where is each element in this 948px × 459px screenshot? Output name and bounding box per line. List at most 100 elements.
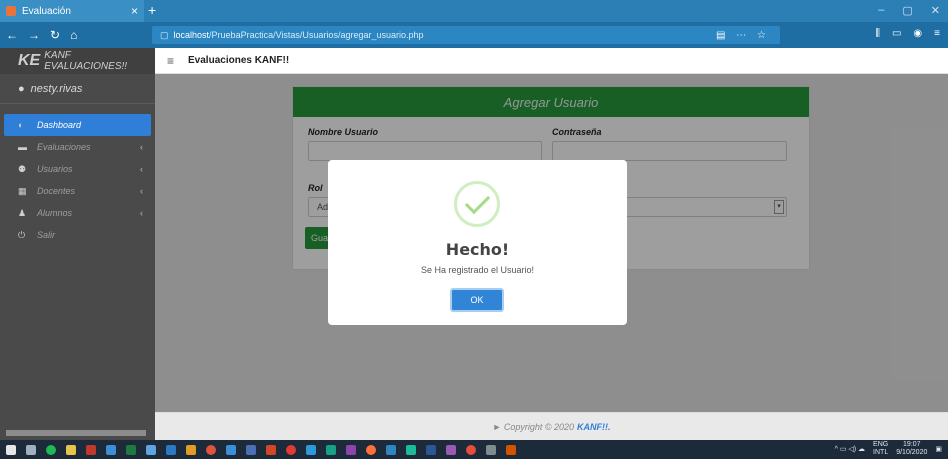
library-icon[interactable]: ⫼: [875, 28, 880, 39]
clock-time: 19:07: [903, 441, 921, 448]
app-icon[interactable]: [226, 444, 236, 455]
sidebar-item-evaluaciones[interactable]: ▬ Evaluaciones ‹: [0, 136, 155, 158]
student-icon: ♟: [18, 207, 27, 218]
sidebar-scrollbar[interactable]: [6, 430, 146, 436]
footer-brand-link[interactable]: KANF!!.: [577, 422, 611, 432]
browser-tab-bar: Evaluación × + – ▢ ✕: [0, 0, 948, 22]
sidebar-icon[interactable]: ▭: [892, 28, 901, 39]
user-icon: ●: [18, 82, 25, 95]
users-icon: ⚉: [18, 163, 27, 174]
url-bar[interactable]: ▢ localhost /PruebaPractica/Vistas/Usuar…: [152, 26, 780, 44]
footer: ► Copyright © 2020 KANF!!.: [155, 412, 948, 440]
dialog-message: Se Ha registrado el Usuario!: [420, 265, 535, 275]
url-actions-icon[interactable]: ▤ ⋯ ☆: [716, 30, 770, 41]
powerpoint-icon[interactable]: [266, 444, 276, 455]
sidebar-item-label: Evaluaciones: [37, 142, 91, 152]
brand-name: KANF EVALUACIONES!!: [44, 50, 128, 72]
vscode-icon[interactable]: [306, 444, 316, 455]
sidebar-item-usuarios[interactable]: ⚉ Usuarios ‹: [0, 158, 155, 180]
top-bar: ≡ Evaluaciones KANF!!: [155, 48, 948, 74]
sidebar-item-salir[interactable]: ⏻ Salir: [0, 224, 155, 246]
app-blue-icon[interactable]: [106, 444, 116, 455]
url-host: localhost: [173, 30, 210, 40]
clock-date: 9/10/2020: [896, 449, 928, 456]
excel-icon[interactable]: [126, 444, 136, 455]
sidebar-item-dashboard[interactable]: ◐ Dashboard: [4, 114, 151, 136]
close-window-button[interactable]: ✕: [931, 4, 940, 17]
chevron-left-icon: ‹: [140, 164, 143, 174]
app-icon[interactable]: [246, 444, 256, 455]
brand[interactable]: KE KANF EVALUACIONES!!: [0, 48, 155, 74]
new-tab-button[interactable]: +: [148, 2, 156, 18]
chevron-left-icon: ‹: [140, 142, 143, 152]
browser-nav-bar: ← → ↻ ⌂ ▢ localhost /PruebaPractica/Vist…: [0, 22, 948, 48]
power-icon: ⏻: [18, 229, 26, 240]
app-icon[interactable]: [486, 444, 496, 455]
opera-icon[interactable]: [286, 444, 296, 455]
maximize-button[interactable]: ▢: [902, 4, 912, 17]
chevron-left-icon: ‹: [140, 208, 143, 218]
chrome-icon[interactable]: [206, 444, 216, 455]
minimize-button[interactable]: –: [878, 4, 884, 17]
store-icon[interactable]: [166, 444, 176, 455]
building-icon: ▦: [18, 185, 27, 196]
app-icon[interactable]: [466, 444, 476, 455]
user-panel[interactable]: ● nesty.rivas: [0, 74, 155, 104]
window-controls: – ▢ ✕: [878, 4, 940, 17]
browser-tab[interactable]: Evaluación ×: [0, 0, 144, 22]
url-path: /PruebaPractica/Vistas/Usuarios/agregar_…: [209, 30, 424, 40]
tab-close-icon[interactable]: ×: [131, 4, 138, 18]
sidebar-item-label: Usuarios: [37, 164, 73, 174]
sidebar: KE KANF EVALUACIONES!! ● nesty.rivas ◐ D…: [0, 48, 155, 440]
dashboard-icon: ◐: [18, 120, 24, 130]
sidebar-item-docentes[interactable]: ▦ Docentes ‹: [0, 180, 155, 202]
home-icon[interactable]: ⌂: [70, 28, 77, 42]
spotify-icon[interactable]: [46, 444, 56, 455]
app-icon[interactable]: [506, 444, 516, 455]
app-icon[interactable]: [326, 444, 336, 455]
tray-icons[interactable]: ^ ▭ ◁) ☁: [835, 445, 865, 453]
app-red-icon[interactable]: [86, 444, 96, 455]
clock[interactable]: 19:07 9/10/2020: [896, 441, 927, 457]
lang-layout: INTL: [873, 449, 889, 456]
menu-icon[interactable]: ≡: [934, 28, 940, 39]
sidebar-item-label: Salir: [37, 230, 56, 240]
language-indicator[interactable]: ENG INTL: [873, 441, 888, 457]
sidebar-item-label: Alumnos: [37, 208, 73, 218]
back-icon[interactable]: ←: [6, 28, 18, 42]
app-icon[interactable]: [146, 444, 156, 455]
account-icon[interactable]: ◉: [913, 28, 922, 39]
app-orange-icon[interactable]: [186, 444, 196, 455]
hamburger-icon[interactable]: ≡: [167, 54, 174, 68]
os-taskbar: ^ ▭ ◁) ☁ ENG INTL 19:07 9/10/2020 ▣: [0, 440, 948, 459]
ok-button[interactable]: OK: [450, 288, 504, 312]
success-dialog: Hecho! Se Ha registrado el Usuario! OK: [328, 160, 627, 325]
browser-toolbar-right: ⫼ ▭ ◉ ≡: [875, 28, 940, 39]
username: nesty.rivas: [30, 82, 83, 95]
app-icon[interactable]: [406, 444, 416, 455]
github-icon[interactable]: [446, 444, 456, 455]
system-tray: ^ ▭ ◁) ☁ ENG INTL 19:07 9/10/2020 ▣: [835, 441, 942, 457]
sidebar-item-label: Dashboard: [37, 120, 82, 130]
notifications-icon[interactable]: ▣: [935, 445, 942, 453]
favicon-icon: [6, 6, 16, 16]
forward-icon[interactable]: →: [28, 28, 40, 42]
page-icon: ▢: [160, 29, 169, 40]
task-view-icon[interactable]: [26, 444, 36, 455]
app-icon[interactable]: [386, 444, 396, 455]
start-icon[interactable]: [6, 444, 16, 455]
firefox-icon[interactable]: [366, 444, 376, 455]
reload-icon[interactable]: ↻: [50, 28, 60, 42]
vs-icon[interactable]: [346, 444, 356, 455]
word-icon[interactable]: [426, 444, 436, 455]
dialog-title: Hecho!: [445, 240, 510, 259]
lang-code: ENG: [873, 441, 889, 448]
explorer-icon[interactable]: [66, 444, 76, 455]
sidebar-menu: ◐ Dashboard ▬ Evaluaciones ‹ ⚉ Usuarios …: [0, 114, 155, 246]
brand-logo: KE: [18, 52, 41, 69]
page-title: Evaluaciones KANF!!: [188, 55, 290, 66]
sidebar-item-alumnos[interactable]: ♟ Alumnos ‹: [0, 202, 155, 224]
tab-title: Evaluación: [22, 5, 71, 17]
sidebar-item-label: Docentes: [37, 186, 76, 196]
success-check-icon: [454, 181, 500, 227]
